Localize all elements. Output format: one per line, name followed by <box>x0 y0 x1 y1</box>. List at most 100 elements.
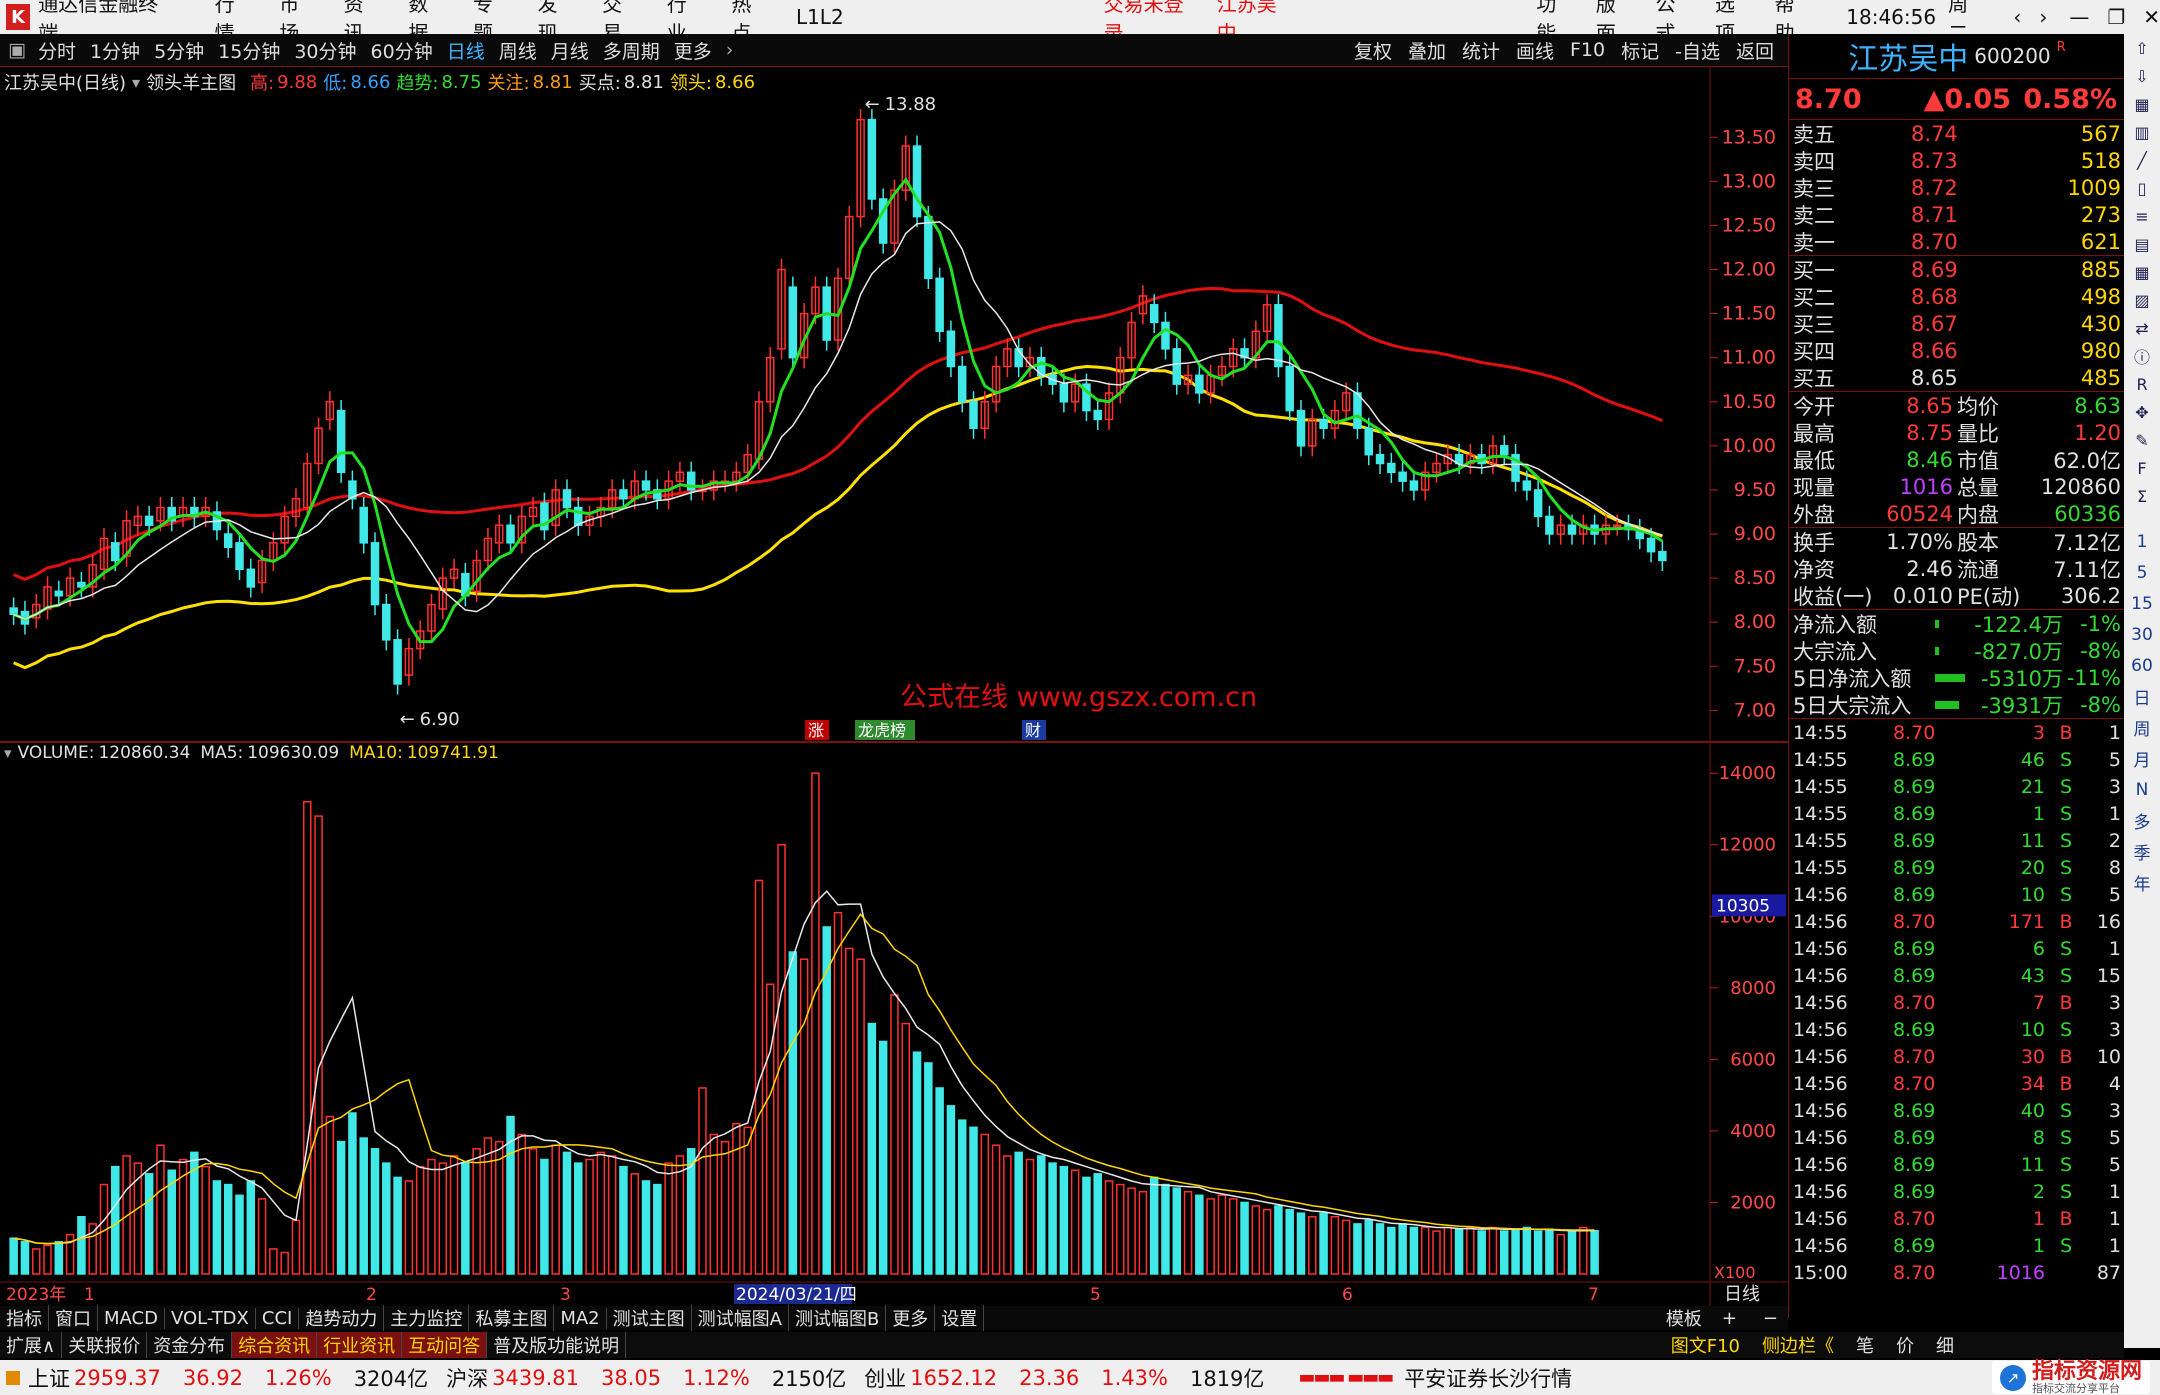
side-tab-1[interactable]: 侧边栏《 <box>1762 1332 1834 1358</box>
indicator-tab-12[interactable]: 更多 <box>886 1305 936 1331</box>
volume-collapse-icon[interactable]: ▾ <box>4 744 12 762</box>
bars-icon[interactable]: ▥ <box>2124 118 2160 146</box>
minimize-icon[interactable]: — <box>2069 5 2089 29</box>
layout-toggle-icon[interactable]: ▣ <box>8 39 26 61</box>
chart-tool-7[interactable]: 返回 <box>1736 37 1774 64</box>
extension-tab-4[interactable]: 行业资讯 <box>317 1332 403 1358</box>
period-tab-1[interactable]: 1分钟 <box>90 37 140 64</box>
bid-price[interactable]: 8.69 <box>1911 258 2021 282</box>
side-period-7[interactable]: 月 <box>2124 743 2160 774</box>
template-button[interactable]: 模板 <box>1666 1305 1702 1331</box>
event-tag[interactable]: 财 <box>1025 721 1041 740</box>
menu-item-9[interactable]: L1L2 <box>796 5 844 29</box>
move-icon[interactable]: ✥ <box>2124 398 2160 426</box>
bid-price[interactable]: 8.65 <box>1911 366 2021 390</box>
chart-icon[interactable]: ▨ <box>2124 286 2160 314</box>
ask-price[interactable]: 8.73 <box>1911 149 2021 173</box>
chart-canvas[interactable]: 13.50 13.00 12.50 12.00 11.50 11.00 10.50 10.00… <box>0 66 1788 1306</box>
indicator-tab-6[interactable]: 主力监控 <box>384 1305 470 1331</box>
flow-icon[interactable]: ⇄ <box>2124 314 2160 342</box>
side-period-3[interactable]: 30 <box>2124 619 2160 650</box>
indicator-tab-0[interactable]: 指标 <box>0 1305 49 1331</box>
event-tag[interactable]: 龙虎榜 <box>858 721 906 740</box>
indicator-tab-3[interactable]: VOL-TDX <box>165 1307 256 1329</box>
period-tab-4[interactable]: 30分钟 <box>294 37 356 64</box>
side-period-9[interactable]: 多 <box>2124 805 2160 836</box>
side-period-5[interactable]: 日 <box>2124 681 2160 712</box>
side-tab-2[interactable]: 笔 <box>1856 1332 1874 1358</box>
tick-list[interactable]: 14:55 8.70 3 B 1 14:55 8.69 46 S 5 14:55 8.69 21 S 3 14… <box>1789 718 2125 1286</box>
rsi-icon[interactable]: R <box>2124 370 2160 398</box>
side-period-8[interactable]: N <box>2124 774 2160 805</box>
period-tab-6[interactable]: 日线 <box>447 37 485 64</box>
extension-tab-1[interactable]: 关联报价 <box>62 1332 148 1358</box>
period-tab-3[interactable]: 15分钟 <box>218 37 280 64</box>
indicator-tab-9[interactable]: 测试主图 <box>607 1305 692 1331</box>
site-badge[interactable]: ↗ 指标资源网 指标交流分享平台 <box>1991 1361 2150 1394</box>
period-tab-7[interactable]: 周线 <box>499 37 537 64</box>
period-tab-10[interactable]: 更多 <box>674 37 712 64</box>
side-period-6[interactable]: 周 <box>2124 712 2160 743</box>
chart-tool-2[interactable]: 统计 <box>1462 37 1500 64</box>
close-icon[interactable]: ✕ <box>2143 5 2160 29</box>
period-tab-2[interactable]: 5分钟 <box>154 37 204 64</box>
indicator-tab-4[interactable]: CCI <box>256 1307 300 1329</box>
index-name[interactable]: 创业 <box>864 1363 906 1393</box>
extension-tab-2[interactable]: 资金分布 <box>147 1332 233 1358</box>
ask-price[interactable]: 8.71 <box>1911 203 2021 227</box>
chart-tool-6[interactable]: -自选 <box>1675 37 1720 64</box>
indicator-tab-5[interactable]: 趋势动力 <box>299 1305 385 1331</box>
line-icon[interactable]: ╱ <box>2124 146 2160 174</box>
grid-icon[interactable]: ▦ <box>2124 90 2160 118</box>
side-tab-4[interactable]: 细 <box>1936 1332 1954 1358</box>
zoom-in-icon[interactable]: + <box>1722 1308 1737 1329</box>
indicator-tab-8[interactable]: MA2 <box>554 1307 607 1329</box>
period-tab-0[interactable]: 分时 <box>38 37 76 64</box>
sum-icon[interactable]: Σ <box>2124 482 2160 510</box>
nav-back-icon[interactable]: ‹ <box>2013 5 2021 29</box>
index-name[interactable]: 上证 <box>28 1363 70 1393</box>
period-tab-9[interactable]: 多周期 <box>603 37 660 64</box>
down-arrow-icon[interactable]: ⇩ <box>2124 62 2160 90</box>
restore-icon[interactable]: ❐ <box>2107 5 2125 29</box>
info-icon[interactable]: ⓘ <box>2124 342 2160 370</box>
f10-icon[interactable]: ▤ <box>2124 230 2160 258</box>
indicator-tab-13[interactable]: 设置 <box>935 1305 985 1331</box>
chart-tool-0[interactable]: 复权 <box>1354 37 1392 64</box>
indicator-tab-2[interactable]: MACD <box>98 1307 165 1329</box>
bid-price[interactable]: 8.66 <box>1911 339 2021 363</box>
pen-icon[interactable]: ✎ <box>2124 426 2160 454</box>
side-period-4[interactable]: 60 <box>2124 650 2160 681</box>
bid-price[interactable]: 8.67 <box>1911 312 2021 336</box>
nav-forward-icon[interactable]: › <box>2039 5 2047 29</box>
extension-tab-5[interactable]: 互动问答 <box>402 1332 488 1358</box>
period-tab-8[interactable]: 月线 <box>551 37 589 64</box>
ask-price[interactable]: 8.70 <box>1911 230 2021 254</box>
side-period-0[interactable]: 1 <box>2124 526 2160 557</box>
candle-icon[interactable]: ▯ <box>2124 174 2160 202</box>
event-tag[interactable]: 涨 <box>808 721 824 740</box>
side-period-1[interactable]: 5 <box>2124 557 2160 588</box>
indicator-tab-1[interactable]: 窗口 <box>49 1305 98 1331</box>
extension-tab-6[interactable]: 普及版功能说明 <box>487 1332 627 1358</box>
bid-price[interactable]: 8.68 <box>1911 285 2021 309</box>
ask-price[interactable]: 8.72 <box>1911 176 2021 200</box>
up-arrow-icon[interactable]: ⇧ <box>2124 34 2160 62</box>
list-icon[interactable]: ≡ <box>2124 202 2160 230</box>
chart-tool-1[interactable]: 叠加 <box>1408 37 1446 64</box>
chart-tool-3[interactable]: 画线 <box>1516 37 1554 64</box>
period-tab-5[interactable]: 60分钟 <box>371 37 433 64</box>
side-period-2[interactable]: 15 <box>2124 588 2160 619</box>
table-icon[interactable]: ▦ <box>2124 258 2160 286</box>
side-period-10[interactable]: 季 <box>2124 836 2160 867</box>
chart-tool-4[interactable]: F10 <box>1570 39 1605 61</box>
side-period-11[interactable]: 年 <box>2124 867 2160 898</box>
indicator-tab-10[interactable]: 测试幅图A <box>692 1305 789 1331</box>
f-icon[interactable]: F <box>2124 454 2160 482</box>
indicator-tab-11[interactable]: 测试幅图B <box>789 1305 887 1331</box>
side-tab-0[interactable]: 图文F10 <box>1671 1332 1740 1358</box>
extension-tab-3[interactable]: 综合资讯 <box>232 1332 318 1358</box>
chart-tool-5[interactable]: 标记 <box>1621 37 1659 64</box>
indicator-tab-7[interactable]: 私募主图 <box>469 1305 555 1331</box>
more-chevron-icon[interactable]: › <box>726 39 734 61</box>
